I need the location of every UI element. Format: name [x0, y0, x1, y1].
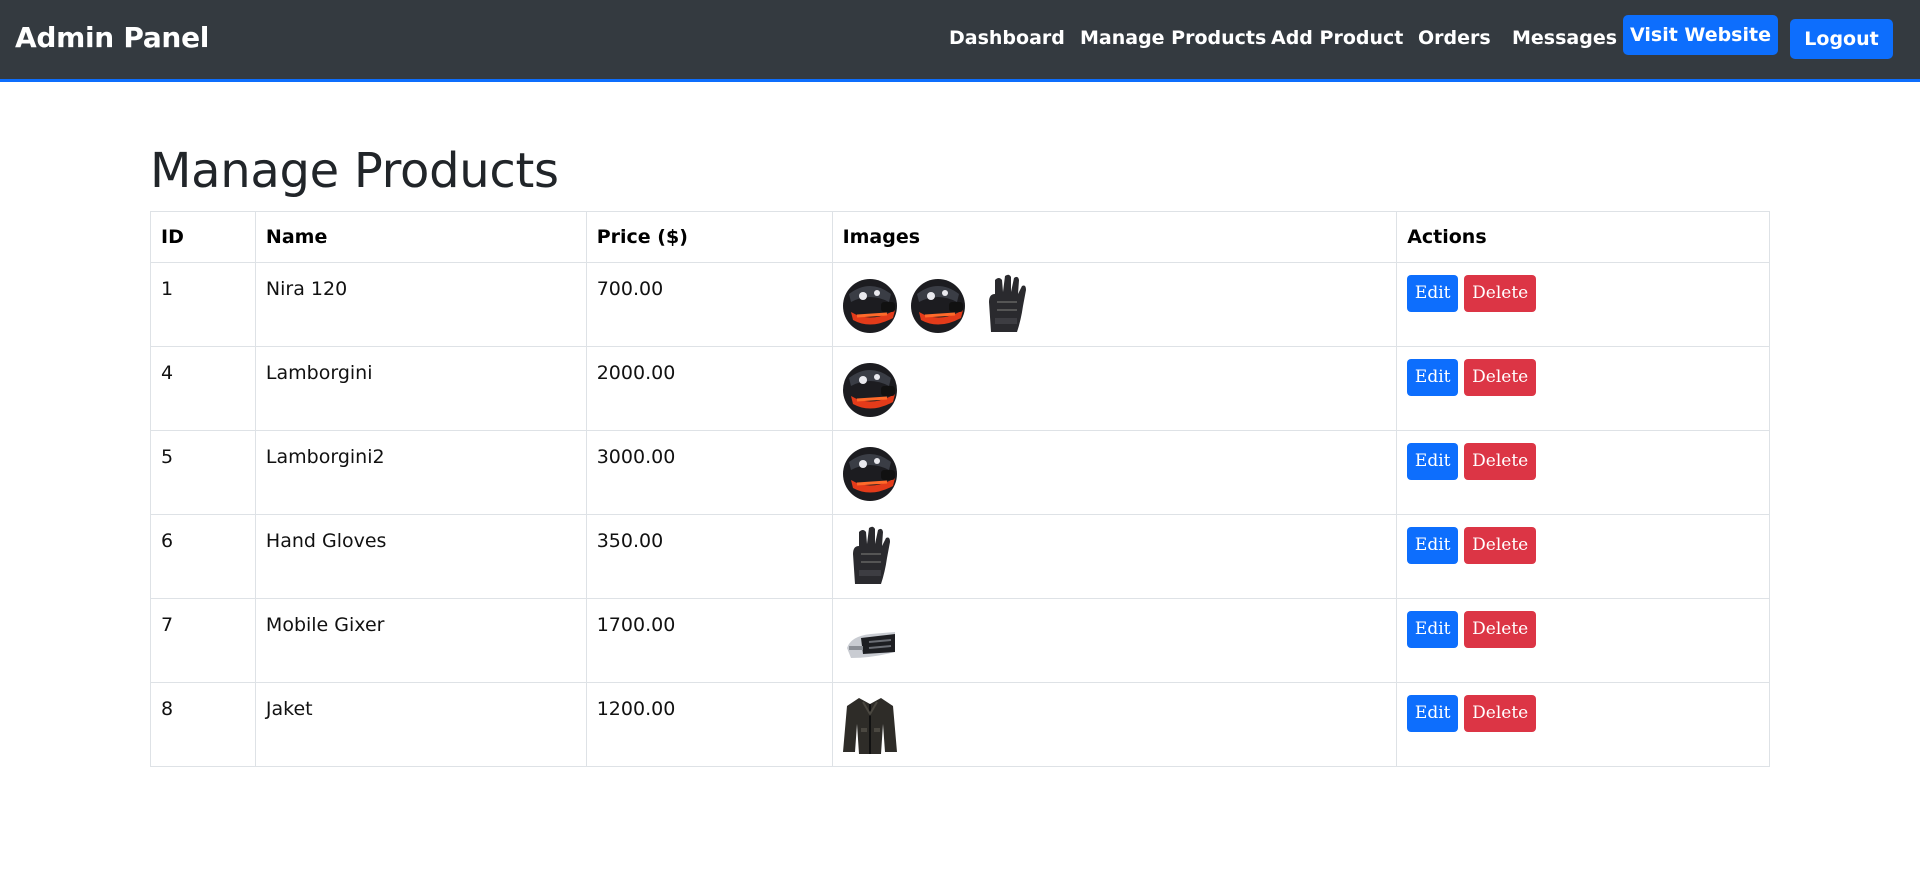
cell-id: 5: [150, 430, 256, 515]
cell-name: Mobile Gixer: [254, 598, 587, 683]
header-images: Images: [831, 211, 1398, 263]
delete-button[interactable]: Delete: [1464, 527, 1537, 564]
visit-website-button[interactable]: Visit Website: [1623, 15, 1778, 55]
table-row: 8 Jaket 1200.00 Edit Delete: [150, 682, 1770, 767]
cell-name: Lamborgini2: [254, 430, 587, 515]
gloves-image: [977, 272, 1035, 336]
products-table: ID Name Price ($) Images Actions 1 Nira 1…: [150, 211, 1770, 767]
helmet-image: [841, 272, 899, 336]
cell-name: Nira 120: [254, 262, 587, 347]
header-actions: Actions: [1396, 211, 1770, 263]
cell-id: 6: [150, 514, 256, 599]
cell-actions: Edit Delete: [1396, 682, 1770, 767]
cell-name: Jaket: [254, 682, 587, 767]
cell-images: [831, 598, 1398, 683]
table-body: 1 Nira 120 700.00 Edit Delete 4 Lamborgini 2000…: [150, 262, 1770, 767]
cell-price: 2000.00: [585, 346, 833, 431]
delete-button[interactable]: Delete: [1464, 611, 1537, 648]
cell-actions: Edit Delete: [1396, 346, 1770, 431]
delete-button[interactable]: Delete: [1464, 443, 1537, 480]
cell-images: [831, 514, 1398, 599]
cell-images: [831, 262, 1398, 347]
gloves-image: [841, 524, 899, 588]
top-navbar: Admin Panel Dashboard Manage Products Ad…: [0, 0, 1920, 82]
edit-button[interactable]: Edit: [1407, 611, 1459, 648]
page-title: Manage Products: [150, 143, 559, 199]
cell-name: Hand Gloves: [254, 514, 587, 599]
helmet-image: [841, 356, 899, 420]
cell-images: [831, 682, 1398, 767]
table-row: 4 Lamborgini 2000.00 Edit Delete: [150, 346, 1770, 431]
cell-name: Lamborgini: [254, 346, 587, 431]
row-actions: Edit Delete: [1407, 695, 1759, 732]
row-actions: Edit Delete: [1407, 527, 1759, 564]
cell-id: 8: [150, 682, 256, 767]
cell-price: 3000.00: [585, 430, 833, 515]
helmet-image: [841, 440, 899, 504]
cell-images: [831, 346, 1398, 431]
cell-price: 700.00: [585, 262, 833, 347]
cell-id: 4: [150, 346, 256, 431]
table-row: 5 Lamborgini2 3000.00 Edit Delete: [150, 430, 1770, 515]
nav-link-manage-products[interactable]: Manage Products: [1080, 27, 1266, 49]
cell-id: 7: [150, 598, 256, 683]
table-row: 1 Nira 120 700.00 Edit Delete: [150, 262, 1770, 347]
delete-button[interactable]: Delete: [1464, 695, 1537, 732]
cell-actions: Edit Delete: [1396, 262, 1770, 347]
cell-price: 1200.00: [585, 682, 833, 767]
edit-button[interactable]: Edit: [1407, 527, 1459, 564]
cell-actions: Edit Delete: [1396, 514, 1770, 599]
cell-actions: Edit Delete: [1396, 430, 1770, 515]
delete-button[interactable]: Delete: [1464, 275, 1537, 312]
nav-links: Dashboard Manage Products Add Product Or…: [0, 0, 1920, 79]
row-actions: Edit Delete: [1407, 611, 1759, 648]
nav-link-dashboard[interactable]: Dashboard: [949, 27, 1065, 49]
jacket-image: [841, 692, 899, 756]
cell-images: [831, 430, 1398, 515]
header-price: Price ($): [585, 211, 833, 263]
row-actions: Edit Delete: [1407, 275, 1759, 312]
table-row: 6 Hand Gloves 350.00 Edit Delete: [150, 514, 1770, 599]
thumbnail-list: [841, 440, 1387, 504]
header-id: ID: [150, 211, 256, 263]
edit-button[interactable]: Edit: [1407, 443, 1459, 480]
delete-button[interactable]: Delete: [1464, 359, 1537, 396]
thumbnail-list: [841, 608, 1387, 672]
edit-button[interactable]: Edit: [1407, 359, 1459, 396]
edit-button[interactable]: Edit: [1407, 275, 1459, 312]
table-header-row: ID Name Price ($) Images Actions: [150, 211, 1770, 263]
cell-price: 350.00: [585, 514, 833, 599]
thumbnail-list: [841, 356, 1387, 420]
thumbnail-list: [841, 692, 1387, 756]
nav-link-orders[interactable]: Orders: [1418, 27, 1491, 49]
cell-id: 1: [150, 262, 256, 347]
thumbnail-list: [841, 272, 1387, 336]
helmet-image: [909, 272, 967, 336]
cell-actions: Edit Delete: [1396, 598, 1770, 683]
intercom-image: [841, 608, 899, 672]
logout-button[interactable]: Logout: [1790, 19, 1893, 59]
cell-price: 1700.00: [585, 598, 833, 683]
row-actions: Edit Delete: [1407, 359, 1759, 396]
nav-link-add-product[interactable]: Add Product: [1271, 27, 1403, 49]
table-row: 7 Mobile Gixer 1700.00 Edit Delete: [150, 598, 1770, 683]
nav-link-messages[interactable]: Messages: [1512, 27, 1617, 49]
row-actions: Edit Delete: [1407, 443, 1759, 480]
header-name: Name: [254, 211, 587, 263]
thumbnail-list: [841, 524, 1387, 588]
edit-button[interactable]: Edit: [1407, 695, 1459, 732]
